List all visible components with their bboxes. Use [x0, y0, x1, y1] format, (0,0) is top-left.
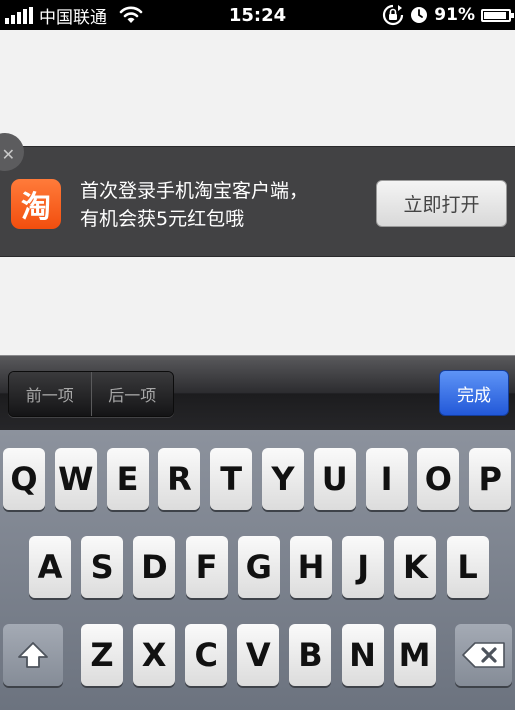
alarm-icon — [411, 7, 428, 23]
rotation-lock-icon — [383, 4, 404, 26]
key-d[interactable]: D — [133, 536, 176, 598]
key-o[interactable]: O — [417, 448, 460, 510]
wifi-icon — [119, 6, 143, 23]
battery-icon — [481, 8, 514, 22]
key-w[interactable]: W — [54, 448, 97, 510]
key-q[interactable]: Q — [3, 448, 45, 510]
key-i[interactable]: I — [365, 448, 408, 510]
banner-message: 首次登录手机淘宝客户端， 有机会获5元红包哦 — [80, 177, 308, 233]
delete-key[interactable] — [455, 624, 512, 686]
backspace-icon — [461, 642, 505, 668]
key-h[interactable]: H — [290, 536, 332, 598]
key-z[interactable]: Z — [81, 624, 123, 686]
banner-line-1: 首次登录手机淘宝客户端， — [80, 180, 309, 202]
carrier-name: 中国联通 — [39, 7, 107, 28]
key-v[interactable]: V — [237, 624, 280, 686]
form-accessory-toolbar: 前一项 后一项 — [0, 355, 515, 430]
key-e[interactable]: E — [106, 448, 149, 510]
key-r[interactable]: R — [158, 448, 201, 510]
battery-percent: 91% — [434, 5, 475, 25]
prev-next-segmented-control: 前一项 后一项 — [8, 371, 174, 417]
key-c[interactable]: C — [185, 624, 228, 686]
previous-field-button[interactable]: 前一项 — [9, 372, 91, 416]
key-a[interactable]: A — [29, 536, 71, 598]
next-field-button[interactable]: 后一项 — [90, 372, 173, 416]
key-b[interactable]: B — [289, 624, 332, 686]
key-g[interactable]: G — [237, 536, 280, 598]
status-bar: 中国联通 15:24 91% — [0, 0, 515, 30]
key-t[interactable]: T — [210, 448, 253, 510]
key-l[interactable]: L — [446, 536, 489, 598]
key-s[interactable]: S — [81, 536, 124, 598]
battery-fill — [484, 11, 506, 19]
key-j[interactable]: J — [342, 536, 385, 598]
key-k[interactable]: K — [394, 536, 437, 598]
taobao-app-banner: ✕ 淘 首次登录手机淘宝客户端， 有机会获5元红包哦 立即打开 — [0, 133, 515, 257]
taobao-app-icon: 淘 — [11, 179, 61, 229]
key-p[interactable]: P — [469, 448, 512, 510]
key-u[interactable]: U — [313, 448, 356, 510]
key-x[interactable]: X — [133, 624, 176, 686]
shift-arrow-icon — [18, 642, 48, 668]
key-f[interactable]: F — [185, 536, 228, 598]
taobao-logo-glyph: 淘 — [21, 190, 51, 225]
open-app-button[interactable]: 立即打开 — [376, 180, 507, 227]
key-n[interactable]: N — [341, 624, 384, 686]
keyboard: QWERTYUIOP ASDFGHJKL ZXCVBNM — [0, 430, 515, 710]
key-y[interactable]: Y — [262, 448, 304, 510]
banner-line-2: 有机会获5元红包哦 — [80, 208, 245, 230]
done-button[interactable]: 完成 — [439, 370, 509, 416]
signal-icon — [5, 6, 33, 24]
key-m[interactable]: M — [393, 624, 436, 686]
close-icon: ✕ — [1, 145, 15, 164]
shift-key[interactable] — [3, 624, 63, 686]
